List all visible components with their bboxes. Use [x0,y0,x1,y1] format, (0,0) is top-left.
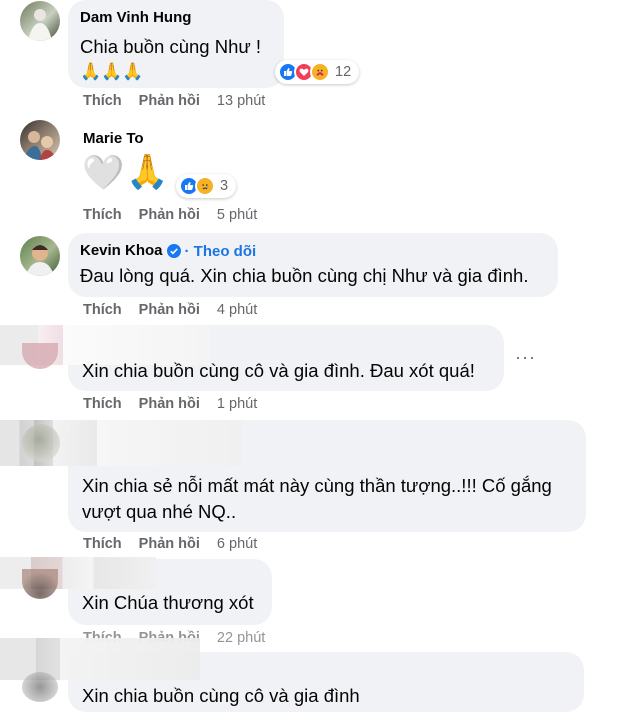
comment-text: Xin chia buồn cùng cô và gia đình. Đau x… [82,360,475,381]
comment-bubble: Dam Vinh Hung Chia buồn cùng Như ! 🙏🙏🙏 [68,0,284,88]
comment-text: Chia buồn cùng Như ! [80,36,262,57]
follow-button[interactable]: · Theo dõi [185,243,257,260]
reply-button[interactable]: Phản hồi [139,396,200,412]
comment-author[interactable]: Dam Vinh Hung [80,8,272,28]
comment-text: Xin chia sẻ nỗi mất mát này cùng thần tư… [82,475,552,496]
white-heart-emoji: 🤍 [82,154,125,192]
blurred-avatar-photo [22,672,58,702]
reply-button[interactable]: Phản hồi [139,302,200,318]
comment-bubble: Kevin Khoa · Theo dõi Đau lòng quá. Xin … [68,233,558,297]
comment-actions: Thích Phản hồi 1 phút [83,395,257,413]
comment-actions: Thích Phản hồi 4 phút [83,301,257,319]
comment-text: Xin chia buồn cùng cô và gia đình [82,685,360,706]
sad-icon [195,176,215,196]
reply-button[interactable]: Phản hồi [139,536,200,552]
comment-author[interactable]: Kevin Khoa [80,241,163,261]
blurred-avatar-photo [22,343,58,369]
avatar[interactable] [20,1,60,41]
reaction-count: 12 [335,64,352,80]
blurred-avatar-photo [22,424,60,462]
more-options-icon[interactable]: ··· [515,347,536,368]
comment-time[interactable]: 13 phút [217,93,265,109]
like-button[interactable]: Thích [83,207,122,223]
avatar[interactable] [20,120,60,160]
comment-actions: Thích Phản hồi 6 phút [83,535,257,553]
like-button[interactable]: Thích [83,302,122,318]
comment-author[interactable]: Marie To [83,129,144,149]
reaction-summary[interactable]: 3 [176,174,237,198]
comment-time[interactable]: 4 phút [217,302,257,318]
comment-time[interactable]: 1 phút [217,396,257,412]
reply-button[interactable]: Phản hồi [139,207,200,223]
verified-badge-icon [166,244,181,258]
reaction-count: 3 [220,178,229,194]
comment-text: Xin Chúa thương xót [82,592,254,613]
pray-emoji: 🙏 [126,153,169,191]
care-icon [310,62,330,82]
comment-actions: Thích Phản hồi 13 phút [83,92,265,110]
like-button[interactable]: Thích [83,536,122,552]
avatar[interactable] [20,236,60,276]
like-button[interactable]: Thích [83,93,122,109]
comment-time[interactable]: 6 phút [217,536,257,552]
comment-actions: Thích Phản hồi 5 phút [83,206,257,224]
comment-text: Đau lòng quá. Xin chia buồn cùng chị Như… [80,265,529,286]
comment-time[interactable]: 22 phút [217,630,265,646]
pray-emoji: 🙏🙏🙏 [80,62,144,81]
comment-time[interactable]: 5 phút [217,207,257,223]
blurred-avatar-photo [22,569,58,599]
reply-button[interactable]: Phản hồi [139,93,200,109]
like-button[interactable]: Thích [83,396,122,412]
reaction-summary[interactable]: 12 [275,60,360,84]
comment-text: vượt qua nhé NQ.. [82,501,237,522]
